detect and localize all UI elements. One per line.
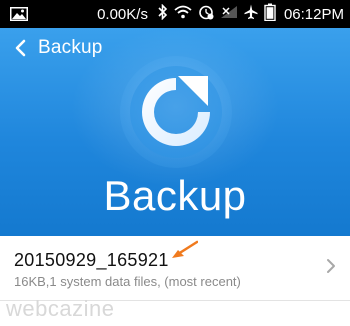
backup-screen: 0.00K/s 06:12PM Backup Backup 20150929_1… bbox=[0, 0, 350, 326]
back-button[interactable]: Backup bbox=[10, 34, 103, 62]
alarm-icon bbox=[198, 4, 214, 24]
chevron-left-icon bbox=[10, 34, 30, 62]
bluetooth-icon bbox=[158, 3, 168, 24]
watermark: webcazine bbox=[6, 296, 115, 321]
backup-name: 20150929_165921 bbox=[14, 250, 169, 270]
status-bar-right: 0.00K/s 06:12PM bbox=[97, 0, 344, 28]
backup-logo-icon bbox=[116, 52, 236, 172]
backup-details: 16KB,1 system data files, (most recent) bbox=[14, 274, 241, 289]
clock: 06:12PM bbox=[283, 5, 344, 23]
signal-icon bbox=[220, 5, 238, 23]
wifi-icon bbox=[174, 5, 192, 23]
hero-title: Backup bbox=[103, 172, 247, 219]
image-notification-icon bbox=[10, 7, 28, 25]
back-button-label: Backup bbox=[38, 37, 103, 58]
network-speed: 0.00K/s bbox=[97, 5, 148, 23]
battery-icon bbox=[264, 3, 276, 25]
annotation-arrow-icon bbox=[172, 239, 199, 266]
status-bar: 0.00K/s 06:12PM bbox=[0, 0, 350, 28]
chevron-right-icon bbox=[326, 258, 336, 279]
airplane-icon bbox=[244, 4, 258, 24]
backup-header: Backup Backup bbox=[0, 28, 350, 236]
